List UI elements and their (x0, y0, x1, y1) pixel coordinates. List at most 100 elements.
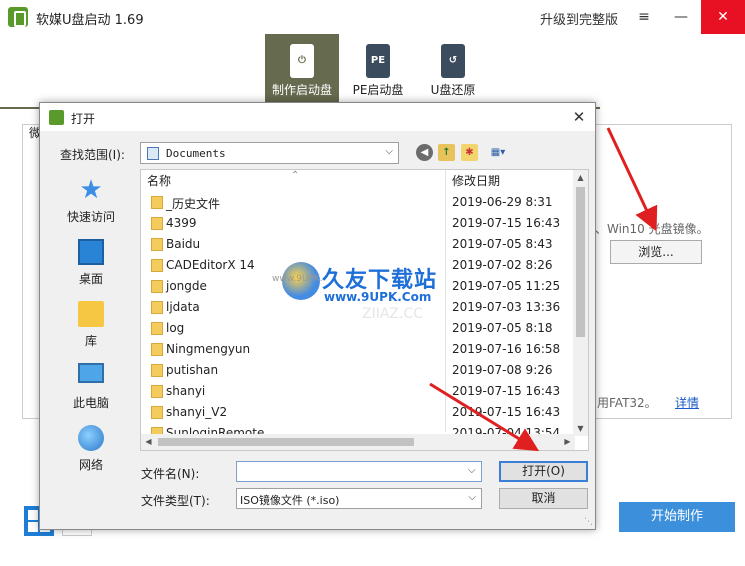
place-network[interactable]: 网络 (46, 421, 136, 479)
lookin-dropdown[interactable]: Documents ⌵ (140, 142, 399, 164)
chevron-down-icon: ⌵ (468, 492, 476, 503)
folder-icon (151, 238, 163, 251)
app-titlebar: 软媒U盘启动 1.69 升级到完整版 ≡ — ✕ (0, 0, 745, 34)
place-desktop[interactable]: 桌面 (46, 235, 136, 293)
computer-icon (78, 363, 104, 383)
file-row[interactable]: _历史文件 2019-06-29 8:31 (141, 192, 575, 213)
resize-grip-icon[interactable]: ⋱ (584, 517, 593, 527)
open-dialog: 打开 ✕ 查找范围(I): Documents ⌵ ◀ ↑ ✱ ▦▾ ★ 快速访… (39, 102, 596, 530)
app-logo-icon (8, 7, 28, 27)
tab-make-bootdisk[interactable]: ⏻ 制作启动盘 (265, 34, 339, 102)
details-link[interactable]: 详情 (675, 394, 699, 411)
filename-label: 文件名(N): (141, 467, 200, 481)
scroll-down-icon[interactable]: ▼ (573, 421, 588, 436)
place-label: 网络 (78, 458, 103, 472)
new-folder-icon[interactable]: ✱ (461, 144, 478, 161)
documents-folder-icon (147, 147, 159, 160)
upgrade-link[interactable]: 升级到完整版 (540, 9, 618, 28)
file-name: putishan (166, 363, 219, 377)
menu-icon[interactable]: ≡ (627, 0, 661, 34)
file-date: 2019-07-02 8:26 (452, 258, 553, 272)
file-date: 2019-07-05 8:18 (452, 321, 553, 335)
file-row[interactable]: putishan 2019-07-08 9:26 (141, 360, 575, 381)
dialog-body: 查找范围(I): Documents ⌵ ◀ ↑ ✱ ▦▾ ★ 快速访问 桌面 … (40, 131, 595, 529)
main-nav: ⏻ 制作启动盘 PE PE启动盘 ↺ U盘还原 (0, 34, 745, 102)
view-menu-icon[interactable]: ▦▾ (485, 144, 511, 161)
file-name: jongde (166, 279, 207, 293)
place-label: 库 (84, 334, 97, 348)
scroll-up-icon[interactable]: ▲ (573, 170, 588, 185)
folder-icon (151, 280, 163, 293)
file-date: 2019-07-05 11:25 (452, 279, 561, 293)
file-row[interactable]: Baidu 2019-07-05 8:43 (141, 234, 575, 255)
close-icon[interactable]: ✕ (701, 0, 745, 34)
folder-icon (151, 322, 163, 335)
file-name: shanyi_V2 (166, 405, 228, 419)
library-icon (78, 301, 104, 327)
file-date: 2019-07-16 16:58 (452, 342, 561, 356)
places-bar: ★ 快速访问 桌面 库 此电脑 网络 (46, 169, 136, 525)
file-row[interactable]: shanyi 2019-07-15 16:43 (141, 381, 575, 402)
tab-usb-restore[interactable]: ↺ U盘还原 (416, 34, 490, 102)
vertical-scrollbar[interactable]: ▲ ▼ (573, 170, 588, 436)
file-date: 2019-07-05 8:43 (452, 237, 553, 251)
file-row[interactable]: ljdata 2019-07-03 13:36 (141, 297, 575, 318)
file-row[interactable]: Ningmengyun 2019-07-16 16:58 (141, 339, 575, 360)
place-this-pc[interactable]: 此电脑 (46, 359, 136, 417)
filename-input[interactable] (236, 461, 482, 482)
file-row[interactable]: 4399 2019-07-15 16:43 (141, 213, 575, 234)
lookin-label: 查找范围(I): (60, 148, 125, 162)
open-button[interactable]: 打开(O) (499, 461, 588, 482)
desktop-icon (78, 239, 104, 265)
folder-icon (151, 406, 163, 419)
image-description: 、Win10 光盘镜像。 (595, 222, 709, 236)
start-button[interactable]: 开始制作 (619, 502, 735, 532)
place-label: 桌面 (78, 272, 103, 286)
folder-icon (151, 217, 163, 230)
cancel-button[interactable]: 取消 (499, 488, 588, 509)
file-date: 2019-07-15 16:43 (452, 384, 561, 398)
app-small-icon (49, 110, 64, 125)
place-label: 快速访问 (66, 210, 115, 224)
tab-pe-bootdisk[interactable]: PE PE启动盘 (341, 34, 415, 102)
column-header-date[interactable]: 修改日期 (452, 170, 500, 192)
dialog-close-icon[interactable]: ✕ (567, 106, 591, 128)
file-row[interactable]: jongde 2019-07-05 11:25 (141, 276, 575, 297)
scroll-right-icon[interactable]: ▶ (560, 434, 575, 450)
file-row[interactable]: log 2019-07-05 8:18 (141, 318, 575, 339)
chevron-down-icon[interactable]: ⌵ (468, 465, 476, 476)
column-header-name[interactable]: 名称 (147, 170, 171, 192)
dialog-titlebar: 打开 ✕ (40, 103, 595, 131)
restore-usb-icon: ↺ (441, 44, 465, 78)
app-title: 软媒U盘启动 1.69 (36, 13, 144, 28)
browse-button[interactable]: 浏览... (610, 240, 702, 264)
scroll-thumb[interactable] (576, 187, 585, 337)
tab-label: 制作启动盘 (271, 83, 332, 97)
filetype-select[interactable]: ISO镜像文件 (*.iso) ⌵ (236, 488, 482, 509)
scroll-left-icon[interactable]: ◀ (141, 434, 156, 450)
pe-usb-icon: PE (366, 44, 390, 78)
folder-icon (151, 301, 163, 314)
file-date: 2019-07-08 9:26 (452, 363, 553, 377)
folder-icon (151, 343, 163, 356)
minimize-icon[interactable]: — (664, 0, 698, 34)
network-icon (78, 425, 104, 451)
folder-icon (151, 385, 163, 398)
file-row[interactable]: CADEditorX 14 2019-07-02 8:26 (141, 255, 575, 276)
place-quick-access[interactable]: ★ 快速访问 (46, 173, 136, 231)
place-libraries[interactable]: 库 (46, 297, 136, 355)
file-list[interactable]: 名称 ⌃ 修改日期 _历史文件 2019-06-29 8:31 4399 2019-0… (140, 169, 589, 451)
dialog-title: 打开 (71, 112, 96, 126)
horizontal-scrollbar[interactable]: ◀ ▶ (141, 434, 575, 450)
file-date: 2019-07-15 16:43 (452, 405, 561, 419)
back-icon[interactable]: ◀ (416, 144, 433, 161)
scroll-thumb[interactable] (158, 438, 414, 446)
file-row[interactable]: shanyi_V2 2019-07-15 16:43 (141, 402, 575, 423)
file-name: Baidu (166, 237, 201, 251)
up-folder-icon[interactable]: ↑ (438, 144, 455, 161)
file-name: shanyi (166, 384, 206, 398)
file-date: 2019-06-29 8:31 (452, 195, 553, 209)
file-name: Ningmengyun (166, 342, 251, 356)
file-name: CADEditorX 14 (166, 258, 255, 272)
filetype-value: ISO镜像文件 (*.iso) (240, 494, 340, 507)
